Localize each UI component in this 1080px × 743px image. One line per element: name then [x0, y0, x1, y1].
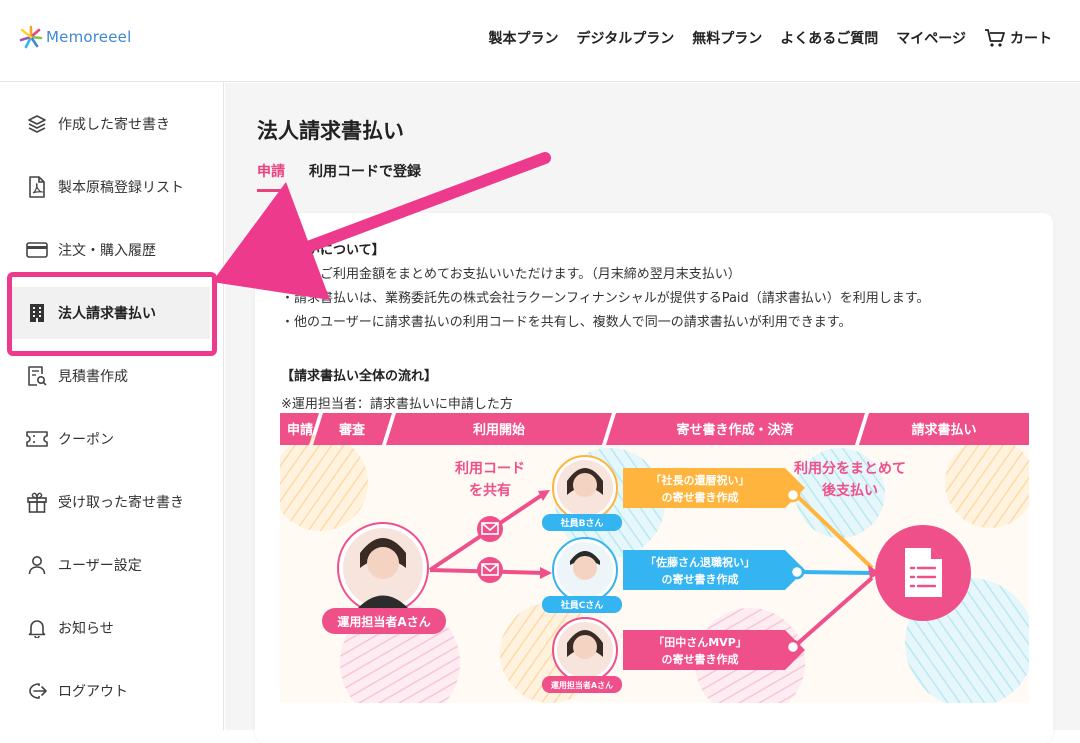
logo-text: Memoreeel — [46, 28, 132, 46]
sidebar-item-created-messages[interactable]: 作成した寄せ書き — [0, 98, 224, 150]
sidebar-item-label: ユーザー設定 — [58, 558, 142, 574]
mail-icon — [477, 557, 503, 583]
invoice-document-icon — [875, 525, 971, 621]
member-task-line: 「社長の還暦祝い」 — [651, 473, 750, 487]
sidebar-item-received-messages[interactable]: 受け取った寄せ書き — [0, 476, 224, 528]
tab-register-by-code[interactable]: 利用コードで登録 — [309, 161, 421, 192]
logout-icon — [26, 680, 48, 702]
bell-icon — [26, 617, 48, 639]
sidebar-item-user-settings[interactable]: ユーザー設定 — [0, 539, 224, 591]
sidebar-item-corporate-invoice[interactable]: 法人請求書払い — [12, 287, 210, 339]
nav-free-plan[interactable]: 無料プラン — [692, 28, 762, 48]
sidebar-item-label: お知らせ — [58, 621, 114, 637]
sidebar-item-coupon[interactable]: クーポン — [0, 413, 224, 465]
about-line: 月分のご利用金額をまとめてお支払いいただけます。（月末締め翌月末支払い） — [281, 267, 741, 282]
member-task-line: の寄せ書き作成 — [662, 490, 739, 504]
member-badge: 運用担当者Aさん — [551, 680, 613, 690]
nav-cart[interactable]: カート — [984, 28, 1052, 48]
about-line: ・請求書払いは、業務委託先の株式会社ラクーンフィナンシャルが提供するPaid（請… — [281, 291, 930, 306]
user-icon — [26, 554, 48, 576]
sidebar-item-label: クーポン — [58, 432, 114, 448]
admin-avatar — [337, 522, 429, 614]
step-label: 申請 — [287, 422, 313, 438]
building-icon — [26, 302, 48, 324]
sidebar-item-label: 受け取った寄せ書き — [58, 495, 184, 511]
tab-apply[interactable]: 申請 — [257, 161, 285, 192]
nav-mypage[interactable]: マイページ — [896, 28, 966, 48]
pdf-file-icon — [26, 176, 48, 198]
nav-bound-plan[interactable]: 製本プラン — [489, 28, 559, 48]
about-title: 書払いについて】 — [281, 243, 385, 258]
main-content: 法人請求書払い 申請 利用コードで登録 書払いについて】 月分のご利用金額をまと… — [225, 83, 1080, 743]
gift-icon — [26, 491, 48, 513]
combine-pay-text: 後支払い — [822, 482, 878, 499]
step-label: 寄せ書き作成・決済 — [676, 422, 794, 438]
sidebar: 作成した寄せ書き 製本原稿登録リスト 注文・購入履歴 法人請求書払い 見積書作成… — [0, 82, 224, 730]
layers-icon — [26, 113, 48, 135]
document-search-icon — [26, 365, 48, 387]
step-header: 申請 審査 利用開始 寄せ書き作成・決済 請求書払い — [280, 413, 1029, 445]
sidebar-item-label: 製本原稿登録リスト — [58, 180, 184, 196]
mail-icon — [477, 516, 503, 542]
sidebar-item-order-history[interactable]: 注文・購入履歴 — [0, 224, 224, 276]
step-label: 審査 — [338, 422, 366, 438]
sidebar-item-manuscript-list[interactable]: 製本原稿登録リスト — [0, 161, 224, 213]
admin-label: 運用担当者Aさん — [337, 614, 430, 629]
cart-icon — [985, 29, 1005, 47]
logo[interactable]: Memoreeel — [18, 24, 131, 50]
about-line: ・他のユーザーに請求書払いの利用コードを共有し、複数人で同一の請求書払いが利用で… — [281, 315, 852, 330]
member-task-line: の寄せ書き作成 — [662, 652, 739, 666]
step-label: 請求書払い — [911, 422, 976, 438]
ticket-icon — [26, 428, 48, 450]
info-card: 書払いについて】 月分のご利用金額をまとめてお支払いいただけます。（月末締め翌月… — [255, 213, 1053, 743]
member-badge: 社員Cさん — [560, 599, 604, 611]
sidebar-item-label: 作成した寄せ書き — [58, 117, 170, 133]
member-task-line: の寄せ書き作成 — [662, 572, 739, 586]
sidebar-item-label: ログアウト — [58, 684, 128, 700]
step-label: 利用開始 — [473, 422, 525, 438]
share-code-text: 利用コード — [455, 460, 525, 477]
member-task-line: 「田中さんMVP」 — [653, 635, 747, 649]
site-header: Memoreeel 製本プラン デジタルプラン 無料プラン よくあるご質問 マイ… — [0, 0, 1080, 82]
member-task-line: 「佐藤さん退職祝い」 — [645, 555, 755, 569]
sidebar-item-quotation[interactable]: 見積書作成 — [0, 350, 224, 402]
sidebar-item-notifications[interactable]: お知らせ — [0, 602, 224, 654]
sidebar-item-logout[interactable]: ログアウト — [0, 665, 224, 717]
page-title: 法人請求書払い — [257, 119, 404, 143]
share-code-text: を共有 — [469, 482, 511, 499]
member-badge: 社員Bさん — [560, 517, 604, 529]
main-nav: 製本プラン デジタルプラン 無料プラン よくあるご質問 マイページ カート — [489, 28, 1052, 48]
combine-pay-text: 利用分をまとめて — [794, 460, 906, 477]
flow-diagram: 申請 審査 利用開始 寄せ書き作成・決済 請求書払い 利用コード を共有 利用分… — [280, 413, 1029, 703]
sidebar-item-label: 見積書作成 — [58, 369, 128, 385]
flow-title: 【請求書払い全体の流れ】 — [281, 369, 438, 384]
sidebar-item-label: 法人請求書払い — [58, 306, 156, 322]
flow-note: ※運用担当者：請求書払いに申請した方 — [281, 397, 513, 412]
nav-digital-plan[interactable]: デジタルプラン — [577, 28, 675, 48]
credit-card-icon — [26, 239, 48, 261]
sidebar-item-label: 注文・購入履歴 — [58, 243, 156, 259]
logo-mark-icon — [19, 25, 43, 49]
nav-faq[interactable]: よくあるご質問 — [780, 28, 878, 48]
cart-label: カート — [1010, 31, 1052, 47]
tab-bar: 申請 利用コードで登録 — [257, 161, 421, 192]
